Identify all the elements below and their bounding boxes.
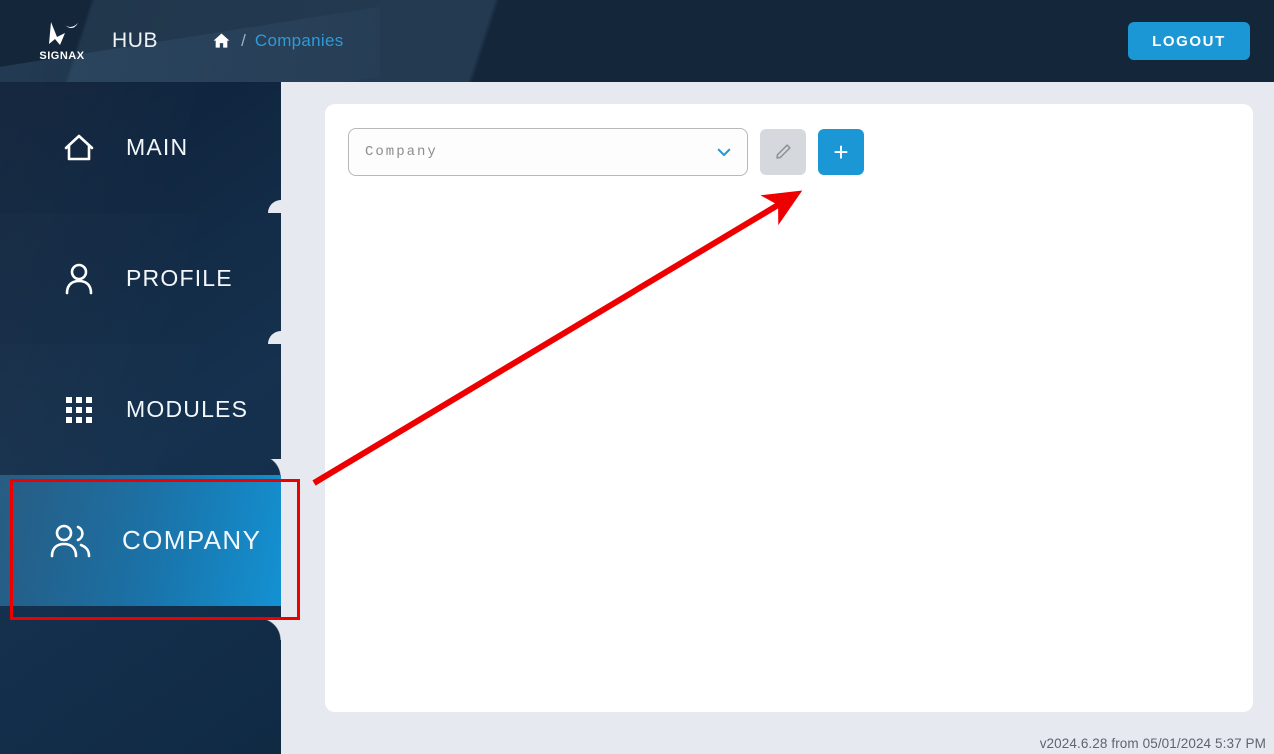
sidebar-item-label: MODULES: [126, 396, 249, 422]
sidebar-item-profile[interactable]: PROFILE: [0, 213, 281, 344]
companies-toolbar: Company +: [325, 104, 1253, 176]
pencil-icon: [776, 144, 791, 159]
signax-logo-text: SIGNAX: [39, 50, 85, 62]
sidebar-item-label: COMPANY: [122, 525, 262, 555]
person-icon: [60, 260, 98, 298]
chevron-down-icon: [717, 148, 731, 157]
company-select[interactable]: Company: [348, 128, 748, 176]
app-root: SIGNAX HUB / Companies LOGOUT MAIN PROFI…: [0, 0, 1274, 754]
top-header: SIGNAX HUB / Companies LOGOUT: [0, 0, 1274, 82]
sidebar-corner-bottom: [259, 618, 281, 640]
sidebar-item-main[interactable]: MAIN: [0, 82, 281, 213]
company-select-value: Company: [365, 144, 438, 160]
companies-panel: Company +: [325, 104, 1253, 712]
home-icon[interactable]: [211, 31, 232, 51]
sidebar-item-modules[interactable]: MODULES: [0, 344, 281, 475]
breadcrumb: / Companies: [211, 31, 343, 51]
logout-button[interactable]: LOGOUT: [1128, 22, 1250, 60]
main-content: Company + v2024.6.28 from 05/01/2024 5:3…: [281, 82, 1274, 754]
sidebar-corner: [259, 459, 281, 475]
sidebar-item-company[interactable]: COMPANY: [0, 475, 281, 606]
app-name: HUB: [112, 29, 159, 52]
grid-icon: [60, 391, 98, 429]
signax-logo[interactable]: SIGNAX: [36, 20, 88, 62]
add-company-button[interactable]: +: [818, 129, 864, 175]
home-icon: [60, 129, 98, 167]
sidebar-item-label: MAIN: [126, 134, 189, 160]
breadcrumb-separator: /: [241, 31, 246, 50]
sidebar-nav: MAIN PROFILE MODULES COMPANY: [0, 82, 281, 754]
plus-icon: +: [833, 137, 849, 167]
edit-company-button[interactable]: [760, 129, 806, 175]
breadcrumb-current[interactable]: Companies: [255, 31, 344, 51]
people-icon: [48, 519, 94, 563]
sidebar-notch: [268, 331, 281, 344]
sidebar-item-label: PROFILE: [126, 265, 233, 291]
version-footer: v2024.6.28 from 05/01/2024 5:37 PM: [1039, 736, 1266, 751]
signax-logo-icon: [49, 22, 78, 45]
sidebar-notch: [268, 200, 281, 213]
